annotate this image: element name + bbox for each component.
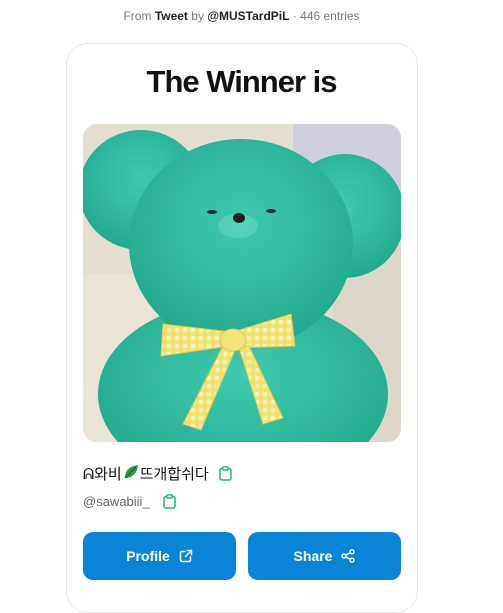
page-title: The Winner is (146, 64, 338, 99)
source-author[interactable]: @MUSTardPiL (207, 9, 289, 23)
share-button-label: Share (293, 548, 333, 564)
external-link-icon (179, 549, 193, 563)
winner-name-prefix: ᕱ와비 (83, 464, 122, 483)
source-line: From Tweet by @MUSTardPiL · 446 entries (0, 9, 483, 23)
source-by-label: by (191, 9, 204, 23)
source-entries: 446 entries (300, 9, 360, 23)
clipboard-icon (219, 465, 232, 481)
copy-handle-button[interactable] (162, 493, 178, 509)
copy-name-button[interactable] (218, 465, 234, 481)
profile-button[interactable]: Profile (83, 532, 236, 580)
leaf-icon (124, 464, 138, 478)
clipboard-icon (163, 493, 176, 509)
source-platform: Tweet (154, 9, 188, 23)
winner-handle[interactable]: @sawabiii_ (83, 494, 150, 509)
winner-name-suffix: 뜨개합쉬다 (139, 464, 209, 483)
profile-button-label: Profile (126, 548, 170, 564)
share-icon (341, 549, 356, 563)
winner-handle-row: @sawabiii_ (83, 492, 178, 510)
teal-plush-bear-image (83, 124, 401, 442)
source-from-label: From (123, 9, 152, 23)
winner-name-row: ᕱ와비 뜨개합쉬다 (83, 462, 234, 484)
share-button[interactable]: Share (248, 532, 401, 580)
winner-image (83, 124, 401, 442)
source-separator: · (292, 9, 297, 23)
winner-name: ᕱ와비 뜨개합쉬다 (83, 463, 209, 484)
